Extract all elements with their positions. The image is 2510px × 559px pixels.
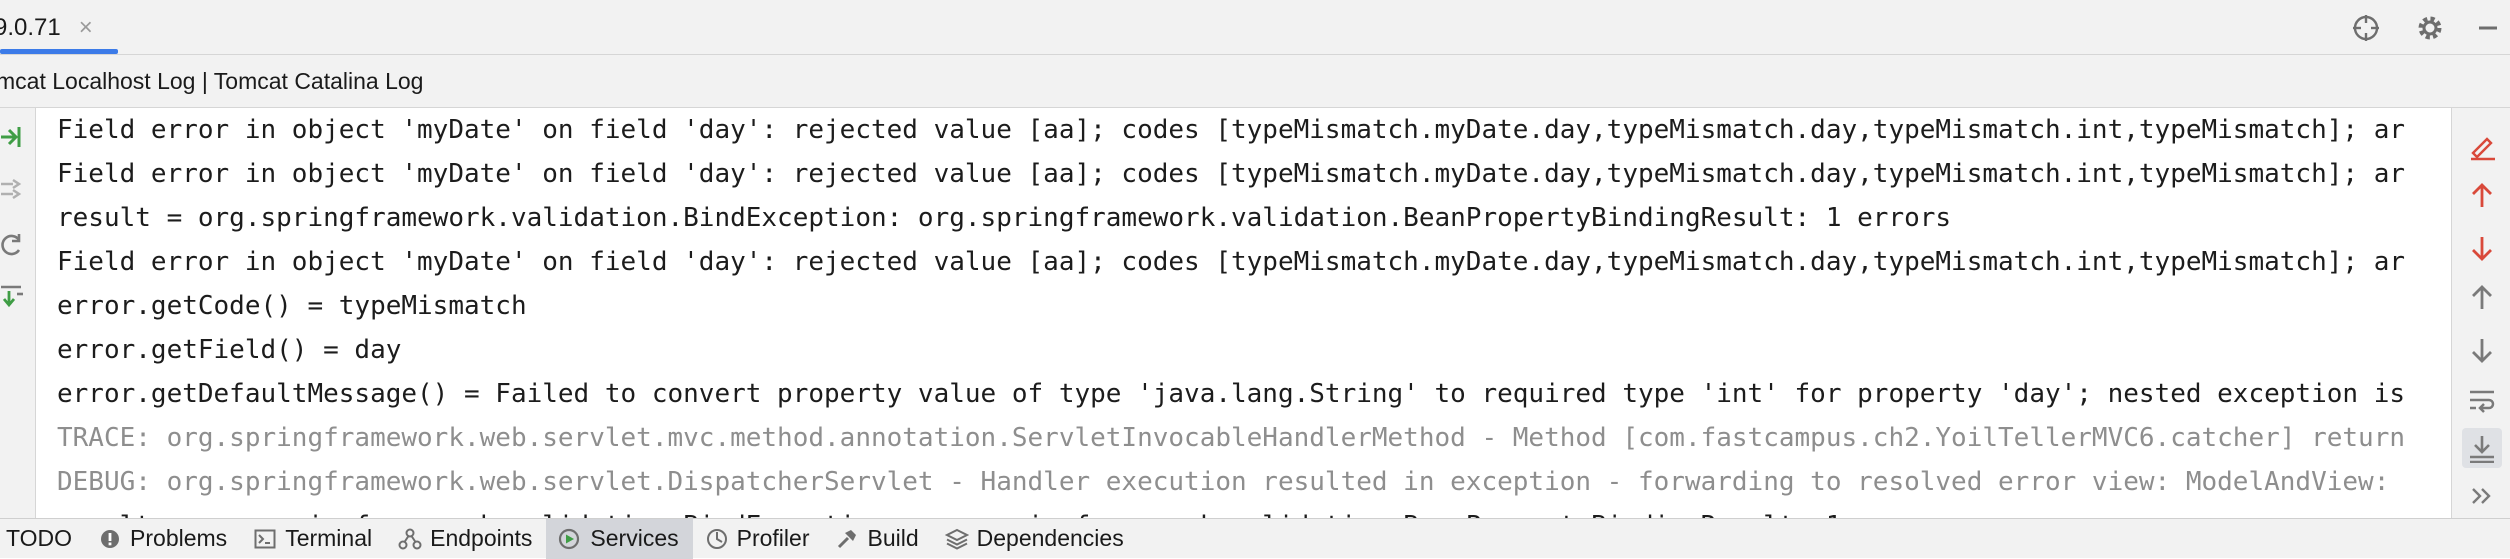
console-line-trace: TRACE: org.springframework.web.servlet.m… bbox=[57, 423, 2405, 453]
tab-profiler[interactable]: Profiler bbox=[693, 519, 824, 559]
next-red-icon[interactable] bbox=[2466, 232, 2498, 264]
console-line: error.getField() = day bbox=[57, 335, 402, 365]
console-line: error.getCode() = typeMismatch bbox=[57, 291, 527, 321]
server-tab[interactable]: 9.0.71 × bbox=[0, 0, 93, 55]
tab-endpoints[interactable]: Endpoints bbox=[386, 519, 546, 559]
console-line: Field error in object 'myDate' on field … bbox=[57, 159, 2405, 189]
stop-icon[interactable] bbox=[0, 174, 24, 204]
left-toolbar bbox=[0, 108, 36, 518]
console-output[interactable]: Field error in object 'myDate' on field … bbox=[37, 108, 2451, 518]
clear-all-icon[interactable] bbox=[2466, 130, 2498, 162]
tab-problems[interactable]: Problems bbox=[86, 519, 241, 559]
soft-wrap-icon[interactable] bbox=[2466, 384, 2498, 416]
hammer-icon bbox=[835, 527, 859, 551]
console-line: Field error in object 'myDate' on field … bbox=[57, 247, 2405, 277]
gear-icon[interactable] bbox=[2412, 10, 2448, 46]
deploy-icon[interactable] bbox=[0, 280, 24, 310]
console-line-debug: DEBUG: org.springframework.web.servlet.D… bbox=[57, 467, 2390, 497]
endpoints-icon bbox=[398, 527, 422, 551]
log-tabs-bar: mcat Localhost Log | Tomcat Catalina Log bbox=[0, 55, 2510, 108]
minimize-icon[interactable] bbox=[2470, 10, 2506, 46]
down-arrow-icon[interactable] bbox=[2466, 334, 2498, 366]
rerun-icon[interactable] bbox=[0, 230, 24, 260]
profiler-icon bbox=[705, 527, 729, 551]
tab-services[interactable]: Services bbox=[546, 518, 693, 559]
tab-todo-label: TODO bbox=[6, 525, 73, 551]
bottom-tool-window-bar: TODO Problems Terminal Endpoints Service… bbox=[0, 518, 2510, 559]
tab-endpoints-label: Endpoints bbox=[430, 525, 533, 551]
console-line: Field error in object 'myDate' on field … bbox=[57, 115, 2405, 145]
close-icon[interactable]: × bbox=[79, 14, 93, 42]
dependencies-icon bbox=[944, 527, 969, 551]
tab-build-label: Build bbox=[867, 525, 919, 551]
previous-red-icon[interactable] bbox=[2466, 180, 2498, 212]
console-line: result = org.springframework.validation.… bbox=[57, 203, 1952, 233]
tab-build[interactable]: Build bbox=[823, 519, 932, 559]
tab-terminal[interactable]: Terminal bbox=[241, 519, 386, 559]
crosshair-icon[interactable] bbox=[2348, 10, 2384, 46]
terminal-icon bbox=[253, 527, 277, 551]
console-line: error.getDefaultMessage() = Failed to co… bbox=[57, 379, 2405, 409]
right-toolbar bbox=[2451, 108, 2510, 518]
server-tab-title[interactable]: 9.0.71 bbox=[0, 14, 61, 42]
up-arrow-icon[interactable] bbox=[2466, 282, 2498, 314]
problems-icon bbox=[98, 527, 122, 551]
tab-services-label: Services bbox=[590, 525, 679, 551]
tab-terminal-label: Terminal bbox=[285, 525, 373, 551]
tab-profiler-label: Profiler bbox=[736, 525, 810, 551]
tab-problems-label: Problems bbox=[130, 525, 228, 551]
active-tab-indicator bbox=[0, 49, 118, 54]
services-icon bbox=[558, 527, 582, 551]
tab-todo[interactable]: TODO bbox=[0, 519, 86, 559]
more-icon[interactable] bbox=[2466, 480, 2498, 512]
console-line: result = org.springframework.validation.… bbox=[57, 504, 1841, 518]
tab-dependencies-label: Dependencies bbox=[976, 525, 1124, 551]
log-tabs-label[interactable]: mcat Localhost Log | Tomcat Catalina Log bbox=[0, 68, 423, 95]
tool-window-header: 9.0.71 × bbox=[0, 0, 2510, 55]
scroll-to-end-icon[interactable] bbox=[2462, 428, 2502, 468]
run-icon[interactable] bbox=[0, 122, 24, 152]
tab-dependencies[interactable]: Dependencies bbox=[933, 519, 1138, 559]
